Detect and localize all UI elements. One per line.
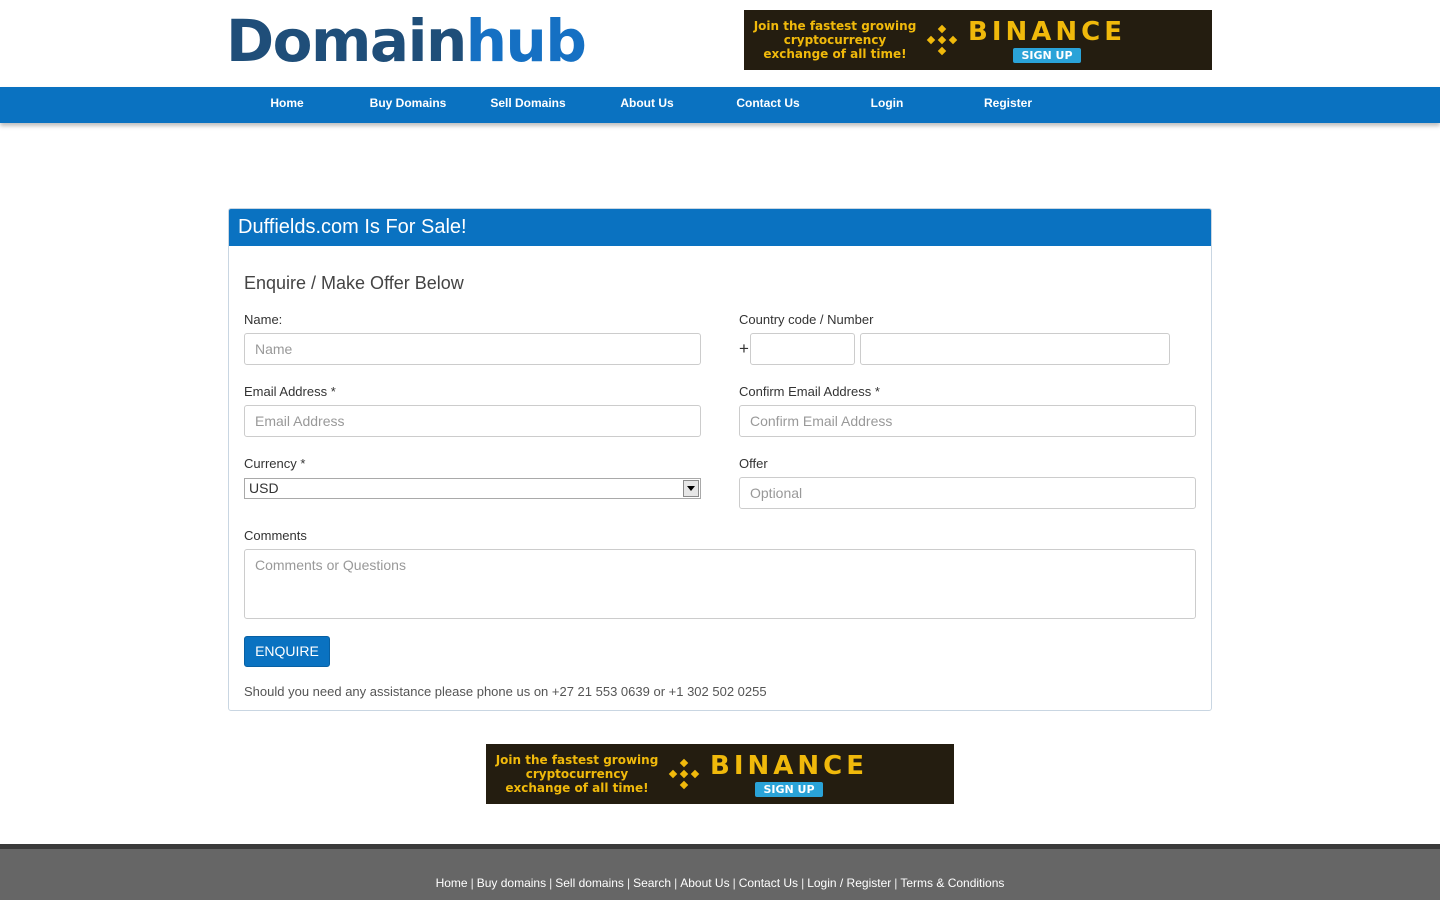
confirm-email-input[interactable]: Confirm Email Address — [739, 405, 1196, 437]
ad-tagline: Join the fastest growing cryptocurrency … — [753, 19, 917, 61]
phone-plus-sign: + — [739, 339, 749, 358]
main-nav: Home Buy Domains Sell Domains About Us C… — [0, 87, 1440, 123]
footer-separator: | — [674, 876, 678, 890]
currency-label: Currency * — [244, 456, 306, 471]
phone-number-input[interactable] — [860, 333, 1170, 365]
enquiry-panel: Duffields.com Is For Sale! Enquire / Mak… — [228, 208, 1212, 711]
nav-item-register[interactable]: Register — [948, 87, 1068, 123]
site-logo[interactable]: Domainhub — [226, 7, 587, 75]
ad-brand: BINANCE — [968, 17, 1126, 47]
footer-links: Home | Buy domains | Sell domains | Search | Abo… — [0, 876, 1440, 890]
country-code-input[interactable] — [750, 333, 855, 365]
binance-banner-bottom[interactable]: Join the fastest growing cryptocurrency … — [486, 744, 954, 804]
binance-logo-icon — [922, 20, 962, 60]
comments-label: Comments — [244, 528, 307, 543]
form-title: Enquire / Make Offer Below — [244, 273, 464, 293]
offer-label: Offer — [739, 456, 768, 471]
footer-separator: | — [801, 876, 805, 890]
footer-separator: | — [732, 876, 736, 890]
panel-title: Duffields.com Is For Sale! — [229, 209, 1211, 246]
phone-label: Country code / Number — [739, 312, 874, 327]
nav-item-buy-domains[interactable]: Buy Domains — [348, 87, 468, 123]
comments-textarea[interactable]: Comments or Questions — [244, 549, 1196, 619]
binance-logo-icon — [664, 754, 704, 794]
ad-signup-button[interactable]: SIGN UP — [1013, 48, 1081, 63]
name-label: Name: — [244, 312, 283, 327]
nav-item-sell-domains[interactable]: Sell Domains — [468, 87, 588, 123]
footer-link-sell-domains[interactable]: Sell domains — [555, 876, 624, 890]
ad-tagline: Join the fastest growing cryptocurrency … — [495, 753, 659, 795]
ad-brand: BINANCE — [710, 751, 868, 781]
footer-separator: | — [470, 876, 474, 890]
site-footer: Home | Buy domains | Sell domains | Search | Abo… — [0, 849, 1440, 900]
dropdown-arrow-icon[interactable] — [683, 480, 699, 497]
footer-separator: | — [894, 876, 898, 890]
nav-item-home[interactable]: Home — [227, 87, 347, 123]
footer-link-search[interactable]: Search — [633, 876, 671, 890]
site-header: Domainhub Join the fastest growing crypt… — [0, 0, 1440, 87]
nav-item-login[interactable]: Login — [827, 87, 947, 123]
footer-link-login-register[interactable]: Login / Register — [807, 876, 891, 890]
name-input[interactable]: Name — [244, 333, 701, 365]
logo-text-hub: hub — [465, 7, 587, 75]
logo-text-domain: Domain — [226, 7, 467, 75]
enquire-button[interactable]: ENQUIRE — [244, 636, 330, 667]
footer-link-home[interactable]: Home — [436, 876, 468, 890]
email-label: Email Address * — [244, 384, 336, 399]
footer-link-about-us[interactable]: About Us — [680, 876, 729, 890]
email-input[interactable]: Email Address — [244, 405, 701, 437]
nav-item-about-us[interactable]: About Us — [587, 87, 707, 123]
footer-separator: | — [549, 876, 553, 890]
ad-signup-button[interactable]: SIGN UP — [755, 782, 823, 797]
footer-separator: | — [626, 876, 631, 890]
footer-link-terms[interactable]: Terms & Conditions — [900, 876, 1004, 890]
offer-input[interactable]: Optional — [739, 477, 1196, 509]
assistance-text: Should you need any assistance please ph… — [244, 684, 767, 699]
nav-item-contact-us[interactable]: Contact Us — [708, 87, 828, 123]
confirm-email-label: Confirm Email Address * — [739, 384, 880, 399]
currency-select[interactable]: USD — [244, 478, 701, 499]
currency-value: USD — [249, 480, 279, 496]
footer-link-contact-us[interactable]: Contact Us — [739, 876, 798, 890]
binance-banner-top[interactable]: Join the fastest growing cryptocurrency … — [744, 10, 1212, 70]
footer-link-buy-domains[interactable]: Buy domains — [477, 876, 546, 890]
